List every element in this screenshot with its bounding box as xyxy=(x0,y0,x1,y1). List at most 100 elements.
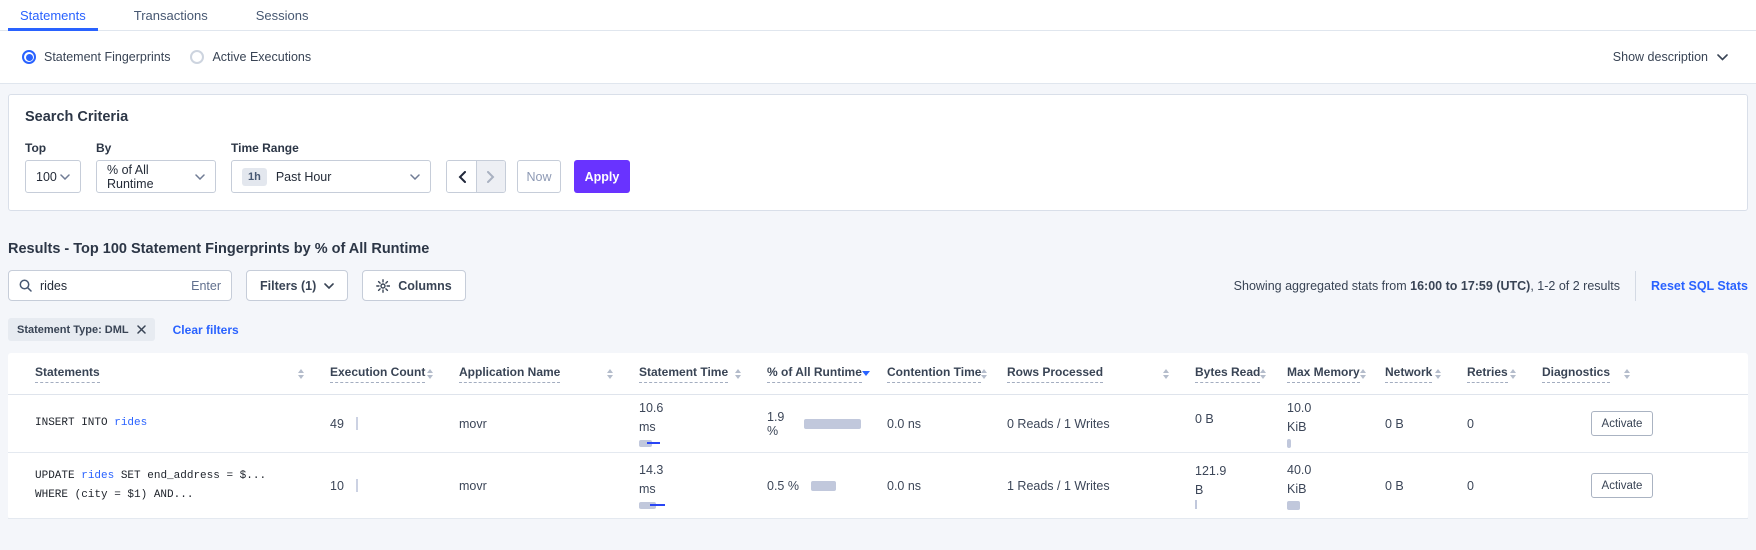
sort-icon xyxy=(1510,369,1516,379)
columns-button[interactable]: Columns xyxy=(362,270,465,301)
search-enter-hint: Enter xyxy=(191,279,221,293)
top-field: Top 100 xyxy=(25,141,81,193)
radio-unselected-icon xyxy=(190,50,204,64)
previous-time-window-button[interactable] xyxy=(447,161,476,192)
max-memory-cell: 40.0KiB xyxy=(1287,461,1385,510)
results-section: Results - Top 100 Statement Fingerprints… xyxy=(0,241,1756,519)
close-icon[interactable] xyxy=(137,325,146,334)
filters-button[interactable]: Filters (1) xyxy=(246,270,348,301)
top-label: Top xyxy=(25,141,81,155)
show-description-toggle[interactable]: Show description xyxy=(1613,50,1728,64)
execution-count-bar xyxy=(356,417,358,430)
filters-button-label: Filters (1) xyxy=(260,279,316,293)
stats-time-range: 16:00 to 17:59 (UTC) xyxy=(1410,279,1530,293)
by-field: By % of All Runtime xyxy=(96,141,216,193)
activate-diagnostics-button[interactable]: Activate xyxy=(1591,473,1654,498)
time-window-arrows xyxy=(446,160,506,193)
top-select[interactable]: 100 xyxy=(25,160,81,193)
filter-chip-statement-type: Statement Type: DML xyxy=(8,318,155,341)
radio-selected-icon xyxy=(22,50,36,64)
pct-runtime-cell: 0.5 % xyxy=(767,479,887,493)
clear-filters-link[interactable]: Clear filters xyxy=(173,323,239,337)
diagnostics-cell: Activate xyxy=(1542,473,1728,498)
by-select[interactable]: % of All Runtime xyxy=(96,160,216,193)
gear-icon xyxy=(376,279,390,293)
time-range-badge: 1h xyxy=(242,168,267,186)
now-button[interactable]: Now xyxy=(517,160,561,193)
max-memory-cell: 10.0KiB xyxy=(1287,399,1385,448)
max-memory-bar xyxy=(1287,501,1300,510)
column-header-contention-time[interactable]: Contention Time xyxy=(887,365,1007,383)
column-header-pct-of-all-runtime[interactable]: % of All Runtime xyxy=(767,365,887,383)
show-description-label: Show description xyxy=(1613,50,1708,64)
reset-sql-stats-link[interactable]: Reset SQL Stats xyxy=(1651,279,1748,293)
statement-time-bar xyxy=(639,501,741,510)
activate-diagnostics-button[interactable]: Activate xyxy=(1591,411,1654,436)
column-header-bytes-read[interactable]: Bytes Read xyxy=(1195,365,1287,383)
radio-statement-fingerprints[interactable]: Statement Fingerprints xyxy=(22,50,170,64)
results-summary: Showing aggregated stats from 16:00 to 1… xyxy=(1234,271,1748,301)
application-name-cell: movr xyxy=(459,479,639,493)
column-header-max-memory[interactable]: Max Memory xyxy=(1287,365,1385,383)
by-select-value: % of All Runtime xyxy=(107,163,195,191)
next-time-window-button[interactable] xyxy=(476,161,505,192)
column-header-statements[interactable]: Statements xyxy=(35,365,330,383)
chevron-down-icon xyxy=(195,174,205,180)
max-latency-marker xyxy=(647,442,660,444)
statement-time-cell: 10.6ms xyxy=(639,399,767,448)
column-header-application-name[interactable]: Application Name xyxy=(459,365,639,383)
statement-link[interactable]: INSERT INTO rides xyxy=(35,414,330,433)
search-input[interactable] xyxy=(40,279,183,293)
column-header-network[interactable]: Network xyxy=(1385,365,1467,383)
tab-transactions[interactable]: Transactions xyxy=(122,0,220,30)
pct-runtime-bar xyxy=(811,481,836,491)
by-label: By xyxy=(96,141,216,155)
table-row: UPDATE rides SET end_address = $... WHER… xyxy=(8,453,1748,519)
radio-active-executions-label: Active Executions xyxy=(212,50,311,64)
view-toggle-bar: Statement Fingerprints Active Executions… xyxy=(0,31,1756,84)
time-range-value: Past Hour xyxy=(276,170,332,184)
bytes-read-cell: 121.9B xyxy=(1195,462,1287,509)
column-header-diagnostics[interactable]: Diagnostics xyxy=(1542,365,1728,383)
table-header-row: Statements Execution Count Application N… xyxy=(8,353,1748,395)
contention-time-cell: 0.0 ns xyxy=(887,479,1007,493)
tab-statements[interactable]: Statements xyxy=(8,0,98,30)
view-radio-group: Statement Fingerprints Active Executions xyxy=(22,50,311,64)
column-header-statement-time[interactable]: Statement Time xyxy=(639,365,767,383)
sort-desc-icon xyxy=(862,371,870,376)
stats-summary-text: Showing aggregated stats from 16:00 to 1… xyxy=(1234,279,1620,293)
sort-icon xyxy=(1260,369,1266,379)
rows-processed-cell: 0 Reads / 1 Writes xyxy=(1007,417,1195,431)
sort-icon xyxy=(1624,369,1630,379)
radio-statement-fingerprints-label: Statement Fingerprints xyxy=(44,50,170,64)
radio-active-executions[interactable]: Active Executions xyxy=(190,50,311,64)
search-criteria-card: Search Criteria Top 100 By % of All Runt… xyxy=(8,94,1748,211)
results-toolbar: Enter Filters (1) Columns Showing aggreg… xyxy=(8,270,1748,301)
chevron-down-icon xyxy=(1717,54,1728,61)
chevron-right-icon xyxy=(487,171,495,183)
apply-button[interactable]: Apply xyxy=(574,160,630,193)
search-criteria-title: Search Criteria xyxy=(25,109,1731,125)
sort-icon xyxy=(1163,369,1169,379)
sort-icon xyxy=(1435,369,1441,379)
tab-sessions[interactable]: Sessions xyxy=(244,0,321,30)
statement-time-bar xyxy=(639,439,741,448)
results-heading: Results - Top 100 Statement Fingerprints… xyxy=(8,241,1748,257)
sort-icon xyxy=(735,369,741,379)
sql-table-name: rides xyxy=(114,417,147,429)
retries-cell: 0 xyxy=(1467,417,1542,431)
column-header-retries[interactable]: Retries xyxy=(1467,365,1542,383)
bytes-read-bar xyxy=(1195,500,1197,509)
search-icon xyxy=(19,279,32,292)
max-memory-bar xyxy=(1287,439,1291,448)
column-header-rows-processed[interactable]: Rows Processed xyxy=(1007,365,1195,383)
search-box: Enter xyxy=(8,270,232,301)
column-header-execution-count[interactable]: Execution Count xyxy=(330,365,459,383)
max-latency-marker xyxy=(650,504,665,506)
time-range-select[interactable]: 1h Past Hour xyxy=(231,160,431,193)
execution-count-bar xyxy=(356,479,358,492)
diagnostics-cell: Activate xyxy=(1542,411,1728,436)
statement-link[interactable]: UPDATE rides SET end_address = $... WHER… xyxy=(35,467,330,504)
time-range-field: Time Range 1h Past Hour xyxy=(231,141,431,193)
rows-processed-cell: 1 Reads / 1 Writes xyxy=(1007,479,1195,493)
